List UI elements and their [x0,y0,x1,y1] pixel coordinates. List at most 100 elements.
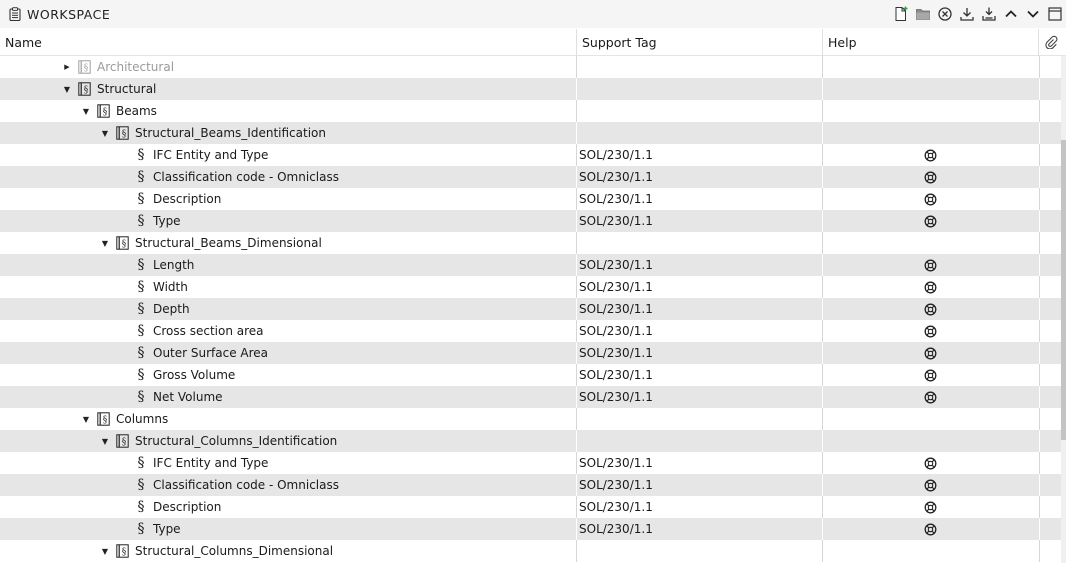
support-tag-cell: SOL/230/1.1 [579,500,653,514]
help-lifebuoy-icon[interactable] [924,303,937,316]
open-folder-icon[interactable] [912,3,934,25]
tree-item-label: Type [153,214,181,228]
column-separator [822,430,823,452]
help-lifebuoy-icon[interactable] [924,325,937,338]
column-separator [576,78,577,100]
column-separator [576,210,577,232]
chevron-down-icon[interactable] [1022,3,1044,25]
tree-item-label: Net Volume [153,390,223,404]
column-header-name[interactable]: Name [0,29,577,56]
column-separator [822,188,823,210]
tree-item-label: Cross section area [153,324,264,338]
column-separator [1039,122,1040,144]
download-icon[interactable] [956,3,978,25]
tree-item-row[interactable]: § Type SOL/230/1.1 [0,518,1061,540]
tree-item-row[interactable]: § Depth SOL/230/1.1 [0,298,1061,320]
help-lifebuoy-icon[interactable] [924,281,937,294]
collapse-arrow-icon[interactable]: ▼ [100,546,110,556]
tree-group-row[interactable]: ▼ § Structural_Columns_Identification [0,430,1061,452]
panel-toolbar [890,3,1066,25]
collapse-arrow-icon[interactable]: ▼ [100,128,110,138]
column-separator [822,518,823,540]
column-separator [822,540,823,562]
tree-item-row[interactable]: § Classification code - Omniclass SOL/230/… [0,166,1061,188]
column-separator [822,320,823,342]
support-tag-cell: SOL/230/1.1 [579,170,653,184]
help-lifebuoy-icon[interactable] [924,391,937,404]
svg-text:§: § [122,438,127,448]
collapse-arrow-icon[interactable]: ▼ [81,106,91,116]
chevron-up-icon[interactable] [1000,3,1022,25]
column-header-help[interactable]: Help [823,29,1039,56]
column-separator [822,342,823,364]
paperclip-icon[interactable] [1039,29,1061,56]
vertical-scrollbar[interactable] [1061,56,1066,563]
support-tag-cell: SOL/230/1.1 [579,214,653,228]
tree-item-row[interactable]: § Net Volume SOL/230/1.1 [0,386,1061,408]
collapse-arrow-icon[interactable]: ▼ [81,414,91,424]
tree-name-cell: § Net Volume [137,386,223,408]
help-lifebuoy-icon[interactable] [924,501,937,514]
help-lifebuoy-icon[interactable] [924,523,937,536]
section-item-icon: § [137,279,145,295]
column-separator [822,496,823,518]
tree-item-label: Columns [116,412,169,426]
scrollbar-thumb[interactable] [1061,140,1066,440]
section-item-icon: § [137,257,145,273]
download-all-icon[interactable] [978,3,1000,25]
collapse-arrow-icon[interactable]: ▼ [100,436,110,446]
help-lifebuoy-icon[interactable] [924,149,937,162]
tree-name-cell: § Outer Surface Area [137,342,269,364]
tree-name-cell: ▼ § Columns [81,408,168,430]
column-separator [1039,144,1040,166]
tree-group-row[interactable]: ▼ § Beams [0,100,1061,122]
help-lifebuoy-icon[interactable] [924,457,937,470]
expand-arrow-icon[interactable]: ▶ [62,62,72,72]
tree-item-row[interactable]: § Type SOL/230/1.1 [0,210,1061,232]
tree-item-row[interactable]: § Gross Volume SOL/230/1.1 [0,364,1061,386]
collapse-arrow-icon[interactable]: ▼ [62,84,72,94]
column-header-support-tag[interactable]: Support Tag [577,29,823,56]
svg-text:§: § [103,416,108,426]
tree-group-row[interactable]: ▼ § Structural_Beams_Dimensional [0,232,1061,254]
help-lifebuoy-icon[interactable] [924,215,937,228]
tree-item-row[interactable]: § IFC Entity and Type SOL/230/1.1 [0,452,1061,474]
tree-item-row[interactable]: § Outer Surface Area SOL/230/1.1 [0,342,1061,364]
help-lifebuoy-icon[interactable] [924,193,937,206]
help-lifebuoy-icon[interactable] [924,479,937,492]
tree-item-row[interactable]: § Description SOL/230/1.1 [0,188,1061,210]
tree-name-cell: § Description [137,496,222,518]
new-file-icon[interactable] [890,3,912,25]
tree-group-row[interactable]: ▼ § Structural [0,78,1061,100]
tree-group-row[interactable]: ▼ § Structural_Beams_Identification [0,122,1061,144]
tree-name-cell: § IFC Entity and Type [137,144,269,166]
column-separator [822,144,823,166]
collapse-arrow-icon[interactable]: ▼ [100,238,110,248]
tree-item-row[interactable]: § Description SOL/230/1.1 [0,496,1061,518]
tree-item-row[interactable]: § Width SOL/230/1.1 [0,276,1061,298]
close-circle-icon[interactable] [934,3,956,25]
tree-name-cell: ▼ § Structural_Columns_Dimensional [100,540,333,562]
tree-group-row[interactable]: ▼ § Columns [0,408,1061,430]
column-separator [822,232,823,254]
tree-item-label: Classification code - Omniclass [153,170,339,184]
tree-name-cell: § Classification code - Omniclass [137,474,339,496]
help-lifebuoy-icon[interactable] [924,369,937,382]
column-separator [1039,452,1040,474]
tree-item-row[interactable]: § Length SOL/230/1.1 [0,254,1061,276]
tree-item-row[interactable]: § Cross section area SOL/230/1.1 [0,320,1061,342]
svg-text:§: § [122,240,127,250]
tree-name-cell: § Gross Volume [137,364,236,386]
help-lifebuoy-icon[interactable] [924,347,937,360]
tree-item-row[interactable]: § IFC Entity and Type SOL/230/1.1 [0,144,1061,166]
column-separator [576,56,577,78]
help-lifebuoy-icon[interactable] [924,171,937,184]
tree-name-cell: ▼ § Structural [62,78,156,100]
column-separator [1039,320,1040,342]
tree-group-row[interactable]: ▼ § Structural_Columns_Dimensional [0,540,1061,562]
tree-item-label: Structural_Columns_Identification [135,434,338,448]
help-lifebuoy-icon[interactable] [924,259,937,272]
tree-item-row[interactable]: § Classification code - Omniclass SOL/230/… [0,474,1061,496]
panel-icon[interactable] [1044,3,1066,25]
tree-group-row[interactable]: ▶ § Architectural [0,56,1061,78]
